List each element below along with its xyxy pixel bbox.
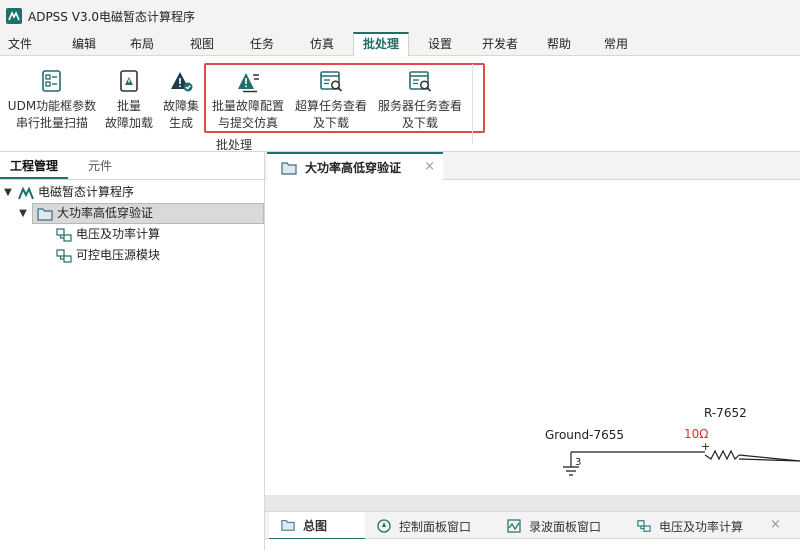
subsystem-icon — [56, 227, 72, 242]
schematic-wiring — [563, 449, 800, 476]
batch-fault-load-icon — [120, 70, 138, 92]
folder-icon — [281, 520, 295, 531]
waveform-icon — [507, 519, 521, 533]
menu-batch[interactable]: 批处理 — [353, 32, 409, 57]
menu-help[interactable]: 帮助 — [537, 32, 581, 56]
menu-edit[interactable]: 编辑 — [62, 32, 106, 56]
bottom-tab-voltage-power[interactable]: 电压及功率计算 — [625, 512, 775, 540]
project-panel: 工程管理 元件 ▼ 电磁暂态计算程序 ▼ 大功率高低穿验证 电压及功率计算 可控… — [0, 152, 265, 550]
menu-simulation[interactable]: 仿真 — [300, 32, 344, 56]
canvas-scrollbar-strip[interactable] — [265, 495, 800, 511]
title-bar: ADPSS V3.0电磁暂态计算程序 — [0, 0, 800, 32]
tree-item-voltage-power[interactable]: 电压及功率计算 — [52, 224, 160, 245]
chevron-down-icon[interactable]: ▼ — [2, 182, 14, 203]
schematic-canvas[interactable]: Ground-7655 R-7652 10Ω 3 + — [265, 181, 800, 495]
bottom-panel-body — [265, 539, 800, 550]
ribbon-group-label: 批处理 — [216, 138, 253, 152]
document-tab-label: 大功率高低穿验证 — [305, 161, 402, 175]
bottom-tab-bar: 总图 控制面板窗口 录波面板窗口 电压及功率计算 × — [265, 511, 800, 540]
bottom-tab-control-panel[interactable]: 控制面板窗口 — [365, 512, 495, 540]
highlight-annotation-box — [204, 63, 485, 133]
bottom-tab-voltage-power-label: 电压及功率计算 — [659, 519, 744, 534]
tree-item-voltage-power-label: 电压及功率计算 — [76, 227, 161, 241]
control-panel-icon — [377, 519, 391, 533]
bottom-tab-waveform-panel-label: 录波面板窗口 — [529, 519, 602, 534]
fault-set-icon — [171, 72, 193, 92]
menu-bar: 文件 编辑 布局 视图 任务 仿真 批处理 设置 开发者 帮助 常用 — [0, 32, 800, 57]
app-logo-icon — [18, 186, 34, 199]
folder-icon — [281, 161, 297, 175]
tree-item-root-label: 电磁暂态计算程序 — [38, 185, 135, 199]
menu-view[interactable]: 视图 — [180, 32, 224, 56]
tree-item-controlled-source-label: 可控电压源模块 — [76, 248, 161, 262]
bottom-tab-main-diagram[interactable]: 总图 — [269, 512, 365, 540]
menu-common[interactable]: 常用 — [594, 32, 638, 56]
bottom-tab-waveform-panel[interactable]: 录波面板窗口 — [495, 512, 625, 540]
fault-set-generate-label: 故障集 生成 — [162, 99, 199, 130]
fault-set-generate-button[interactable]: 故障集 生成 — [158, 68, 204, 132]
close-icon[interactable]: × — [770, 517, 781, 532]
tree-item-controlled-source[interactable]: 可控电压源模块 — [52, 245, 160, 266]
tab-components[interactable]: 元件 — [78, 152, 122, 179]
udm-batch-scan-button[interactable]: UDM功能框参数 串行批量扫描 — [2, 68, 102, 132]
subsystem-icon — [56, 248, 72, 263]
bottom-tab-main-diagram-label: 总图 — [303, 518, 328, 533]
menu-file[interactable]: 文件 — [0, 32, 40, 56]
bottom-tab-control-panel-label: 控制面板窗口 — [399, 519, 472, 534]
folder-icon — [37, 207, 53, 221]
batch-fault-load-label: 批量 故障加载 — [104, 99, 153, 130]
close-icon[interactable]: × — [424, 159, 435, 174]
app-logo-icon — [6, 8, 22, 24]
subsystem-icon — [637, 520, 651, 532]
ribbon-group-separator — [472, 64, 473, 144]
tree-item-project[interactable]: ▼ 大功率高低穿验证 — [19, 203, 264, 224]
project-panel-tabs: 工程管理 元件 — [0, 152, 264, 180]
menu-developer[interactable]: 开发者 — [474, 32, 526, 56]
document-tab-bar: 大功率高低穿验证 × — [265, 152, 800, 181]
menu-settings[interactable]: 设置 — [418, 32, 462, 56]
batch-fault-load-button[interactable]: 批量 故障加载 — [102, 68, 156, 132]
tree-item-project-label: 大功率高低穿验证 — [57, 206, 154, 220]
window-title: ADPSS V3.0电磁暂态计算程序 — [28, 9, 196, 24]
tab-project-management[interactable]: 工程管理 — [0, 152, 69, 179]
document-tab[interactable]: 大功率高低穿验证 × — [267, 152, 443, 181]
batch-scan-icon — [42, 70, 61, 92]
menu-layout[interactable]: 布局 — [120, 32, 164, 56]
udm-batch-scan-label: UDM功能框参数 串行批量扫描 — [7, 99, 97, 130]
tree-item-root[interactable]: ▼ 电磁暂态计算程序 — [2, 182, 134, 203]
menu-task[interactable]: 任务 — [240, 32, 284, 56]
chevron-down-icon[interactable]: ▼ — [17, 203, 29, 224]
